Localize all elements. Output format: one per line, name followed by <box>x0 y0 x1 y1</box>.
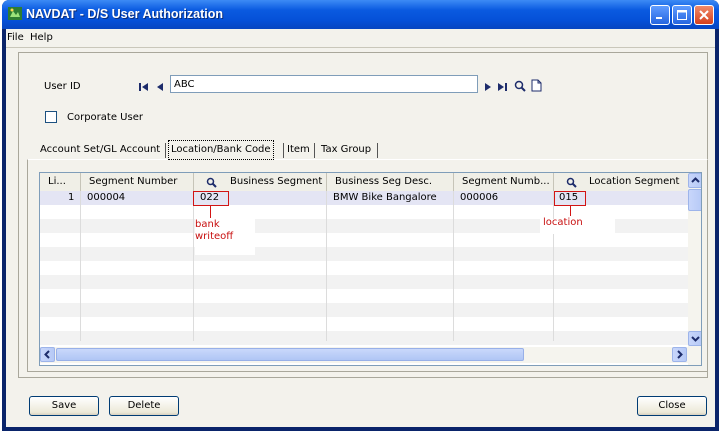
tab-location-bank-code[interactable]: Location/Bank Code <box>168 140 274 160</box>
horizontal-scroll-thumb[interactable] <box>56 348 524 361</box>
corporate-user-checkbox[interactable] <box>45 111 57 123</box>
close-window-button[interactable] <box>694 5 714 25</box>
scroll-left-button[interactable] <box>40 347 55 362</box>
annotation-pointer-line <box>210 206 211 218</box>
vertical-scroll-thumb[interactable] <box>688 189 701 211</box>
column-header-location-segment[interactable]: Location Segment <box>554 173 688 191</box>
table-row[interactable] <box>40 331 688 345</box>
column-header-segment-number[interactable]: Segment Number <box>81 173 194 191</box>
tab-account-set-gl-account[interactable]: Account Set/GL Account <box>40 140 160 160</box>
save-button[interactable]: Save <box>29 396 99 416</box>
first-record-icon[interactable] <box>138 82 150 92</box>
table-row[interactable]: 1 000004 022 BMW Bike Bangalore 000006 0… <box>40 191 688 205</box>
scroll-down-button[interactable] <box>688 331 701 346</box>
segments-grid[interactable]: Li... Segment Number Business Segment Bu… <box>39 172 702 366</box>
column-header-business-seg-desc[interactable]: Business Seg Desc. <box>327 173 454 191</box>
new-document-icon[interactable] <box>531 79 542 92</box>
column-divider <box>80 191 81 341</box>
annotation-location-label: location <box>543 217 583 228</box>
scroll-right-button[interactable] <box>672 347 687 362</box>
user-id-input[interactable] <box>170 75 478 93</box>
line-number-cell: 1 <box>68 192 75 203</box>
minimize-icon <box>656 17 662 19</box>
business-seg-desc-cell: BMW Bike Bangalore <box>333 192 437 203</box>
window-client-area: File Help User ID Corporate User Acc <box>6 29 715 427</box>
table-row[interactable] <box>40 233 688 247</box>
chevron-up-icon <box>691 177 700 183</box>
table-row[interactable] <box>40 275 688 289</box>
scroll-up-button[interactable] <box>688 173 701 188</box>
column-divider <box>193 191 194 341</box>
menu-bar: File Help <box>6 29 715 47</box>
chevron-left-icon <box>44 350 50 359</box>
horizontal-scrollbar[interactable] <box>40 347 688 363</box>
delete-button[interactable]: Delete <box>109 396 179 416</box>
corporate-user-label: Corporate User <box>67 112 143 123</box>
tab-divider <box>165 143 166 158</box>
tab-item[interactable]: Item <box>287 140 310 160</box>
previous-record-icon[interactable] <box>156 82 164 92</box>
search-icon[interactable] <box>566 177 577 188</box>
title-bar[interactable]: NAVDAT - D/S User Authorization <box>2 0 719 29</box>
column-divider <box>453 191 454 341</box>
table-row[interactable] <box>40 261 688 275</box>
app-icon <box>8 7 22 20</box>
column-header-business-segment[interactable]: Business Segment <box>194 173 327 191</box>
maximize-button[interactable] <box>672 5 692 25</box>
search-icon[interactable] <box>206 177 217 188</box>
tab-divider <box>283 143 284 158</box>
annotation-bank-label: bank <box>195 219 220 230</box>
annotation-pointer-line <box>570 206 571 216</box>
location-segment-header-label: Location Segment <box>589 176 680 187</box>
column-divider <box>553 191 554 341</box>
table-row[interactable] <box>40 303 688 317</box>
tab-divider <box>314 143 315 158</box>
grid-header: Li... Segment Number Business Segment Bu… <box>40 173 701 192</box>
menu-file[interactable]: File <box>7 32 24 43</box>
chevron-down-icon <box>691 336 700 342</box>
table-row[interactable] <box>40 317 688 331</box>
close-icon <box>699 10 709 20</box>
user-id-label: User ID <box>44 81 81 92</box>
segment-number-cell: 000004 <box>87 192 126 203</box>
tab-tax-group[interactable]: Tax Group <box>321 140 371 160</box>
tab-divider <box>377 143 378 158</box>
column-header-line[interactable]: Li... <box>40 173 81 191</box>
column-divider <box>326 191 327 341</box>
maximize-icon <box>677 10 687 20</box>
location-segment-highlight-box <box>554 191 586 206</box>
table-row[interactable] <box>40 289 688 303</box>
business-segment-highlight-box <box>193 191 229 206</box>
menu-divider <box>6 47 715 48</box>
segment-number-2-cell: 000006 <box>460 192 499 203</box>
close-button[interactable]: Close <box>637 396 707 416</box>
table-row[interactable] <box>40 205 688 219</box>
minimize-button[interactable] <box>650 5 670 25</box>
column-header-segment-number-2[interactable]: Segment Numb... <box>454 173 554 191</box>
next-record-icon[interactable] <box>484 82 492 92</box>
search-icon[interactable] <box>514 80 526 92</box>
window-title: NAVDAT - D/S User Authorization <box>26 7 223 21</box>
vertical-scrollbar[interactable] <box>688 173 701 365</box>
chevron-right-icon <box>677 350 683 359</box>
business-segment-header-label: Business Segment <box>230 176 323 187</box>
last-record-icon[interactable] <box>497 82 509 92</box>
table-row[interactable] <box>40 247 688 261</box>
app-window: NAVDAT - D/S User Authorization File Hel… <box>2 0 719 431</box>
menu-help[interactable]: Help <box>30 32 53 43</box>
annotation-writeoff-label: writeoff <box>195 231 234 242</box>
